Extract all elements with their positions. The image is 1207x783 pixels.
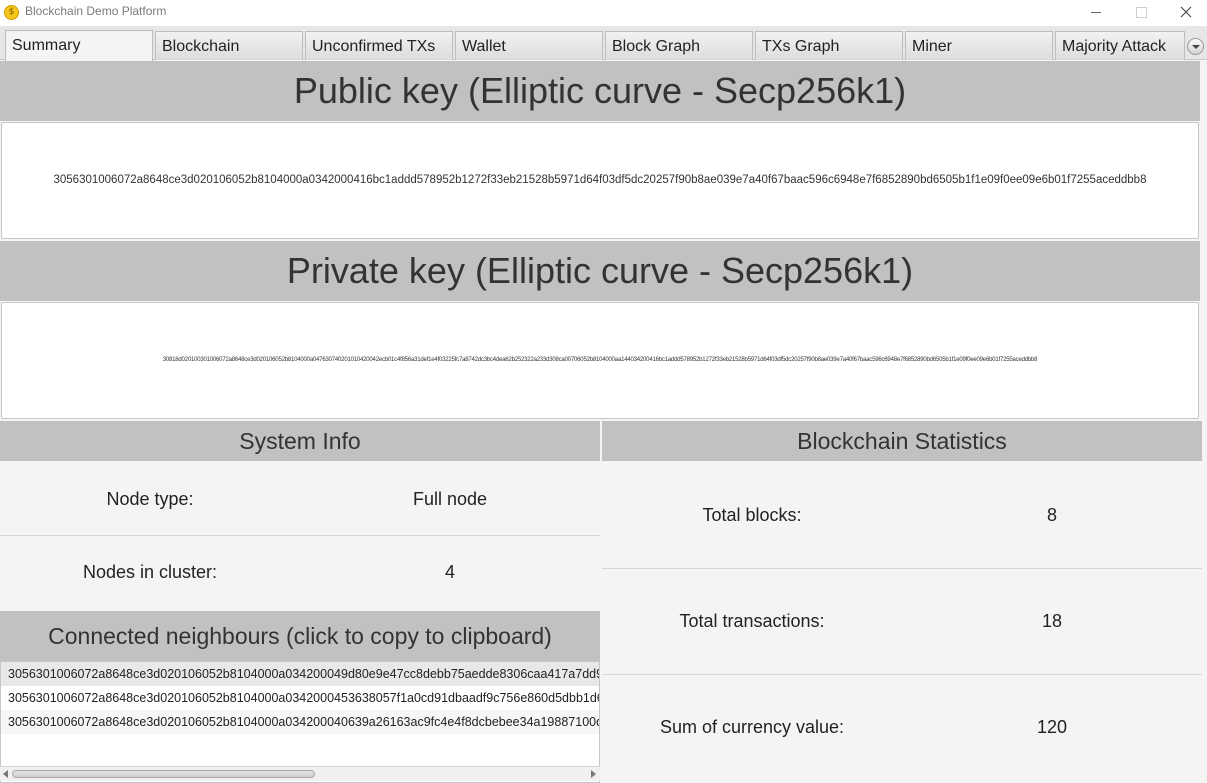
scroll-left-icon[interactable] xyxy=(3,770,8,778)
private-key-title: Private key (Elliptic curve - Secp256k1) xyxy=(0,241,1200,301)
total-blocks-value: 8 xyxy=(1046,505,1057,525)
neighbours-list[interactable]: 3056301006072a8648ce3d020106052b8104000a… xyxy=(0,661,600,783)
maximize-button[interactable] xyxy=(1118,0,1164,26)
app-window: $ Blockchain Demo Platform Summary Block… xyxy=(0,0,1207,783)
currency-sum-row: Sum of currency value: 120 xyxy=(602,675,1202,783)
tab-block-graph[interactable]: Block Graph xyxy=(605,31,753,60)
list-item[interactable]: 3056301006072a8648ce3d020106052b8104000a… xyxy=(1,662,599,686)
tab-overflow-dropdown[interactable] xyxy=(1187,38,1204,55)
tab-bar: Summary Blockchain Unconfirmed TXs Walle… xyxy=(0,26,1207,61)
total-transactions-row: Total transactions: 18 xyxy=(602,569,1202,675)
list-item[interactable]: 3056301006072a8648ce3d020106052b8104000a… xyxy=(1,686,599,710)
blockchain-statistics-title: Blockchain Statistics xyxy=(602,421,1202,461)
tab-majority-attack[interactable]: Majority Attack xyxy=(1055,31,1185,60)
total-transactions-label: Total transactions: xyxy=(679,611,825,631)
window-title: Blockchain Demo Platform xyxy=(25,4,167,18)
currency-sum-value: 120 xyxy=(1036,717,1068,737)
tab-txs-graph[interactable]: TXs Graph xyxy=(755,31,903,60)
minimize-button[interactable] xyxy=(1073,0,1119,26)
tab-summary[interactable]: Summary xyxy=(5,30,153,61)
close-button[interactable] xyxy=(1163,0,1207,26)
node-type-label: Node type: xyxy=(106,489,194,509)
connected-neighbours-title: Connected neighbours (click to copy to c… xyxy=(0,611,600,661)
private-key-value[interactable]: 30818d020100301006072a8648ce3d020106052b… xyxy=(1,302,1199,419)
nodes-in-cluster-value: 4 xyxy=(444,562,455,582)
tab-wallet[interactable]: Wallet xyxy=(455,31,603,60)
title-bar: $ Blockchain Demo Platform xyxy=(0,0,1207,26)
coin-icon: $ xyxy=(4,5,19,20)
public-key-title: Public key (Elliptic curve - Secp256k1) xyxy=(0,61,1200,121)
nodes-in-cluster-label: Nodes in cluster: xyxy=(82,562,218,582)
scrollbar-thumb[interactable] xyxy=(12,770,315,778)
node-type-row: Node type: Full node xyxy=(0,461,600,536)
public-key-value[interactable]: 3056301006072a8648ce3d020106052b8104000a… xyxy=(1,122,1199,239)
currency-sum-label: Sum of currency value: xyxy=(659,717,845,737)
close-icon xyxy=(1180,6,1192,18)
total-blocks-row: Total blocks: 8 xyxy=(602,461,1202,569)
nodes-in-cluster-row: Nodes in cluster: 4 xyxy=(0,536,600,611)
total-transactions-value: 18 xyxy=(1041,611,1063,631)
total-blocks-label: Total blocks: xyxy=(702,505,802,525)
tab-miner[interactable]: Miner xyxy=(905,31,1053,60)
list-item[interactable]: 3056301006072a8648ce3d020106052b8104000a… xyxy=(1,710,599,734)
scroll-right-icon[interactable] xyxy=(591,770,596,778)
tab-blockchain[interactable]: Blockchain xyxy=(155,31,303,60)
node-type-value: Full node xyxy=(412,489,488,509)
system-info-title: System Info xyxy=(0,421,600,461)
horizontal-scrollbar[interactable] xyxy=(0,766,600,781)
tab-unconfirmed-txs[interactable]: Unconfirmed TXs xyxy=(305,31,453,60)
